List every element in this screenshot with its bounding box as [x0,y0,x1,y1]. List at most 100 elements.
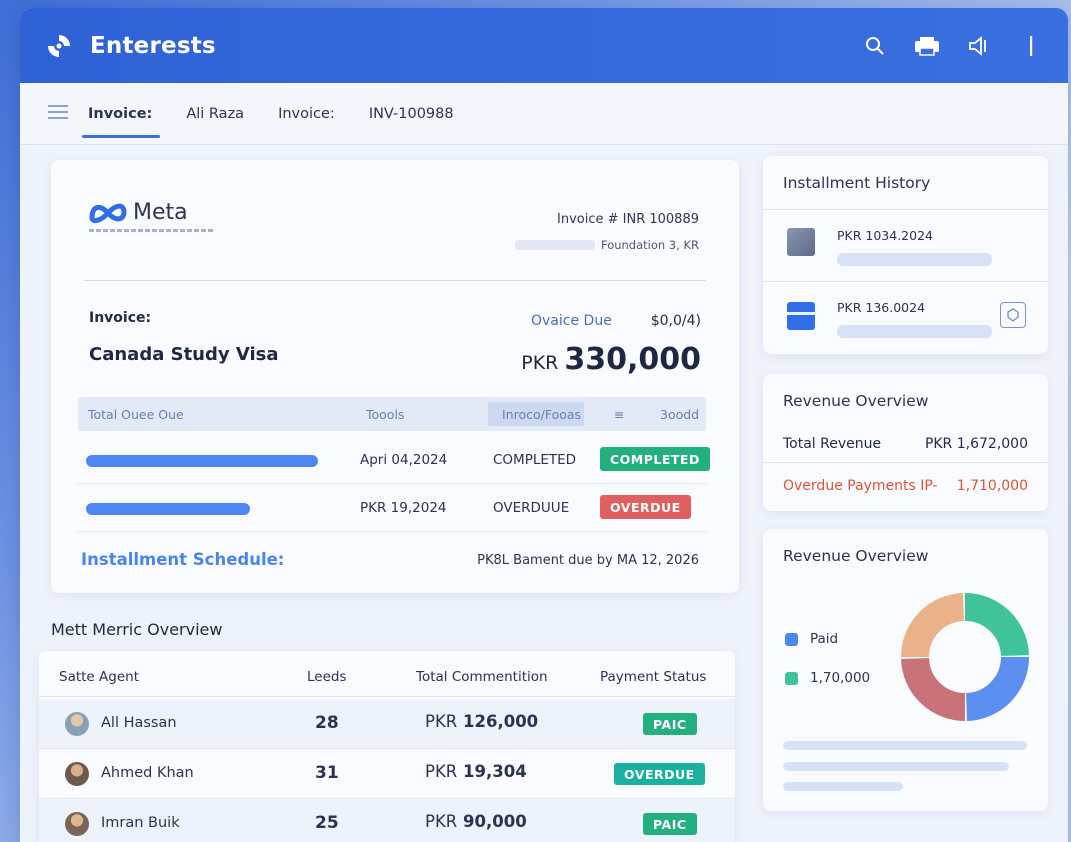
divider [763,462,1048,463]
leads-count: 31 [315,763,339,783]
total-revenue-value: PKR 1,672,000 [924,436,1028,452]
col-header: 3oodd [660,407,700,422]
leads-count: 28 [315,713,339,733]
placeholder-bar [837,253,992,266]
total-revenue-label: Total Revenue [783,436,882,452]
meta-logo-icon [89,203,127,223]
table-row[interactable]: Imran Buik 25 PKR 90,000 PAIC [39,799,735,842]
placeholder-bar [783,762,1009,771]
brand-tagline [89,229,214,232]
due-label: Ovaice Due [531,313,612,329]
invoice-card: Meta Invoice # INR 100889 Foundation 3, … [51,160,739,593]
leads-count: 25 [315,813,339,833]
invoice-label: Invoice: [89,310,152,326]
brand-logo: Meta [89,200,188,225]
agent-name: Imran Buik [101,815,180,831]
legend-swatch [785,671,798,685]
table-row[interactable]: Ahmed Khan 31 PKR 19,304 OVERDUE [39,749,735,799]
nav-item-invoice[interactable]: Invoice: [81,98,161,138]
overdue-value: 1,710,000 [956,478,1028,494]
nav-item-client[interactable]: Ali Raza [184,98,246,130]
speaker-icon[interactable] [966,33,992,59]
legend-item: 1,70,000 [785,670,870,686]
panel-title: Installment History [783,174,931,192]
overdue-label: Overdue Payments IP- [783,478,938,494]
col-header: Toools [366,407,405,422]
row-date: PKR 19,2024 [360,500,447,516]
revenue-chart-panel: Revenue Overview Paid 1,70,000 [763,529,1048,811]
more-icon[interactable] [1018,33,1044,59]
placeholder-bar [837,325,992,338]
agent-name: All Hassan [101,715,177,731]
due-value: $0,0/4) [650,313,701,329]
donut-slice [965,656,1029,721]
history-item: PKR 1034.2024 [837,228,933,243]
table-row[interactable]: Apri 04,2024 COMPLETED COMPLETED [78,436,710,484]
placeholder-bar [783,782,903,791]
table-header: Satte Agent Leeds Total Commentition Pay… [39,651,735,697]
brand-name: Meta [133,200,188,225]
status-badge: COMPLETED [600,447,710,471]
commission: PKR 126,000 [425,712,539,731]
avatar [65,812,89,836]
agent-name: Ahmed Khan [101,765,194,781]
invoice-subline: Foundation 3, KR [514,238,699,252]
donut-slice [901,657,966,721]
agent-metrics-table: Satte Agent Leeds Total Commentition Pay… [39,651,735,842]
invoice-title: Canada Study Visa [89,344,279,365]
history-item: PKR 136.0024 [837,300,926,315]
row-status: COMPLETED [493,452,577,468]
installment-history-panel: Installment History PKR 1034.2024 PKR 13… [763,156,1048,354]
installment-table-header: Total Ouee Oue Toools Inroco/Fooas ≡ 3oo… [78,397,706,431]
row-status: OVERDUUE [493,500,570,516]
status-badge: PAIC [643,813,697,835]
chart-title: Revenue Overview [783,547,929,565]
col-header: Satte Agent [59,669,139,685]
progress-bar [86,503,250,515]
status-badge: OVERDUE [614,763,705,785]
document-icon [787,228,815,256]
divider [84,280,706,281]
receipt-icon[interactable] [1000,302,1026,328]
commission: PKR 19,304 [425,762,527,781]
status-badge: PAIC [643,713,697,735]
divider [763,209,1048,210]
title-bar: Enterests [20,8,1068,83]
donut-chart [901,593,1029,721]
nav-item-invoices[interactable]: Invoice: [276,98,337,130]
donut-slice [964,593,1029,657]
breadcrumb-nav: Invoice: Ali Raza Invoice: INV-100988 [20,83,1068,145]
avatar [65,762,89,786]
col-header: ≡ [614,407,625,422]
menu-icon[interactable] [48,104,70,124]
overdue-payments-row: Overdue Payments IP- 1,710,000 [783,478,1028,494]
printer-icon[interactable] [914,33,940,59]
col-header: Inroco/Fooas [502,407,582,422]
col-header: Leeds [307,669,347,685]
search-icon[interactable] [862,33,888,59]
legend-swatch [785,632,798,646]
total-revenue-row: Total Revenue PKR 1,672,000 [783,436,1028,452]
nav-item-invoice-number[interactable]: INV-100988 [367,98,456,130]
app-window: Enterests Invoice: Ali Raza Invoice: INV… [20,8,1068,842]
table-row[interactable]: All Hassan 28 PKR 126,000 PAIC [39,699,735,749]
legend-item: Paid [785,631,838,647]
table-row[interactable]: PKR 19,2024 OVERDUUE OVERDUE [78,484,706,532]
col-header: Total Commentition [416,669,548,685]
installment-schedule-link[interactable]: Installment Schedule: [81,550,284,569]
card-icon [787,302,815,330]
app-title: Enterests [90,32,216,59]
col-header: Payment Status [600,669,707,685]
app-logo-icon [44,31,74,61]
divider [763,281,1048,282]
avatar [65,712,89,736]
donut-slice [901,593,965,658]
status-badge: OVERDUE [600,495,691,519]
section-title: Mett Merric Overview [51,620,223,639]
invoice-number: Invoice # INR 100889 [557,212,699,227]
schedule-note: PK8L Bament due by MA 12, 2026 [477,553,699,568]
invoice-amount: PKR 330,000 [521,342,701,377]
panel-title: Revenue Overview [783,392,929,410]
row-date: Apri 04,2024 [360,452,448,468]
col-header: Total Ouee Oue [88,407,184,422]
